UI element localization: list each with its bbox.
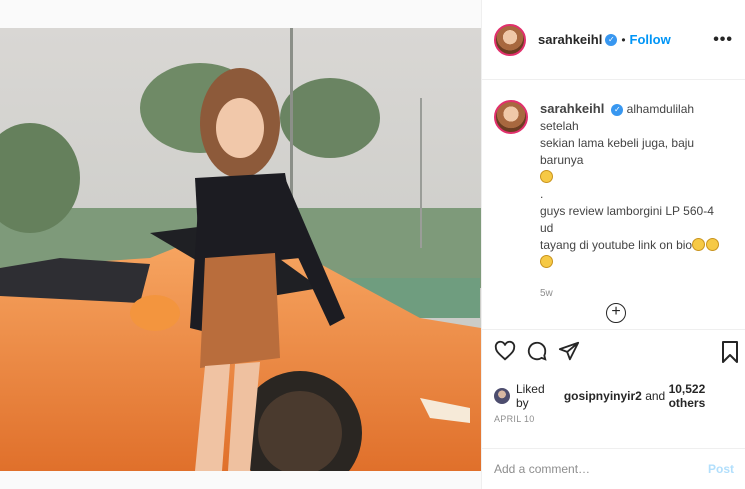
caption-line-4: guys review lamborgini LP 560-4 ud bbox=[540, 204, 714, 235]
caption-text: sarahkeihl ✓ alhamdulilah setelah sekian … bbox=[540, 100, 730, 329]
header-username[interactable]: sarahkeihl bbox=[538, 32, 602, 47]
post-date[interactable]: APRIL 10 bbox=[494, 414, 535, 424]
caption-username[interactable]: sarahkeihl bbox=[540, 101, 604, 116]
post-time: 5w bbox=[540, 288, 553, 299]
plus-circle-icon[interactable]: + bbox=[606, 303, 626, 323]
emoji-icon bbox=[706, 238, 720, 251]
comment-icon[interactable] bbox=[526, 340, 548, 362]
share-icon[interactable] bbox=[558, 340, 580, 362]
follow-button[interactable]: Follow bbox=[630, 32, 671, 47]
emoji-icon bbox=[540, 255, 553, 268]
post-header: sarahkeihl ✓ • Follow ••• bbox=[482, 0, 745, 80]
verified-badge-icon: ✓ bbox=[611, 104, 624, 116]
bookmark-icon[interactable] bbox=[720, 340, 740, 364]
post-comment-button[interactable]: Post bbox=[708, 462, 734, 476]
action-bar bbox=[494, 340, 738, 368]
caption-line-2: sekian lama kebeli juga, baju barunya bbox=[540, 136, 695, 167]
likes-count[interactable]: 10,522 others bbox=[669, 382, 745, 410]
caption-line-3: . bbox=[540, 187, 544, 201]
more-options-icon[interactable]: ••• bbox=[713, 31, 733, 49]
post-side-panel: sarahkeihl ✓ • Follow ••• sarahkeihl ✓ al… bbox=[481, 0, 745, 489]
likes-row: Liked by gosipnyinyir2 and 10,522 others bbox=[494, 382, 745, 410]
caption-avatar[interactable] bbox=[494, 100, 528, 134]
post-photo[interactable] bbox=[0, 28, 481, 471]
emoji-icon bbox=[692, 238, 706, 251]
likes-joiner: and bbox=[645, 389, 666, 403]
verified-badge-icon: ✓ bbox=[605, 33, 618, 46]
comment-bar: Add a comment… Post bbox=[482, 448, 745, 489]
caption-block: sarahkeihl ✓ alhamdulilah setelah sekian … bbox=[482, 80, 745, 330]
instagram-post-window: sarahkeihl ✓ • Follow ••• sarahkeihl ✓ al… bbox=[0, 0, 745, 489]
emoji-icon bbox=[540, 170, 553, 183]
header-separator: • bbox=[621, 32, 626, 47]
liker-avatar[interactable] bbox=[494, 388, 510, 404]
likes-prefix: Liked by bbox=[515, 382, 545, 410]
avatar[interactable] bbox=[494, 23, 526, 56]
caption-line-5: tayang di youtube link on bio bbox=[540, 238, 693, 252]
comment-input[interactable]: Add a comment… bbox=[494, 462, 590, 476]
liker-username[interactable]: gosipnyinyir2 bbox=[564, 389, 642, 403]
photo-illustration bbox=[0, 28, 481, 471]
heart-icon[interactable] bbox=[494, 340, 516, 362]
